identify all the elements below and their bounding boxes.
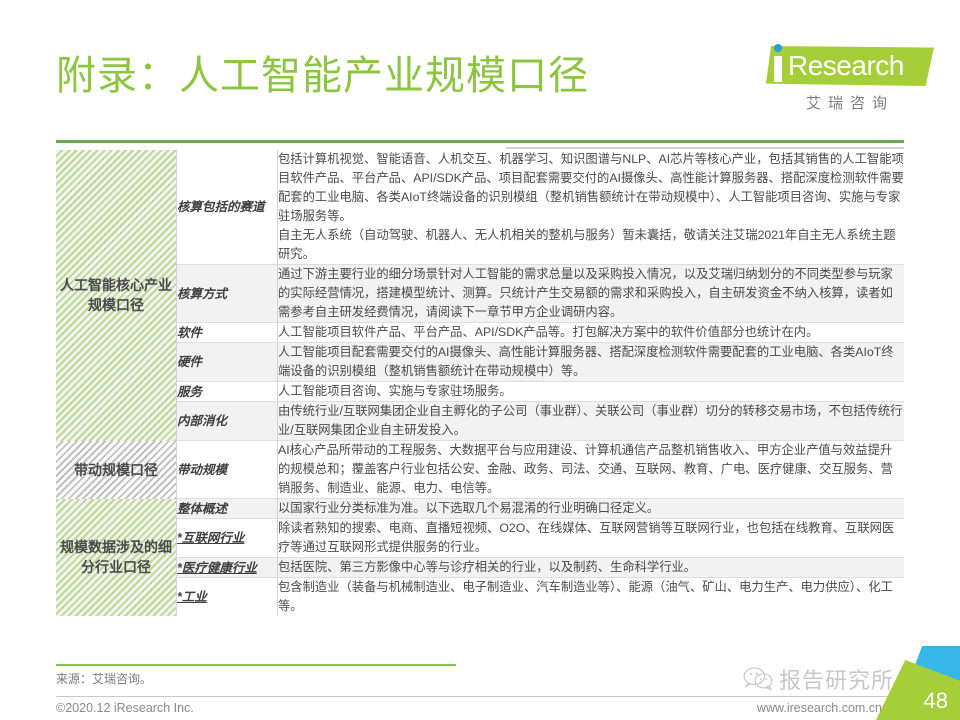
row-description-cell: 包括计算机视觉、智能语音、人机交互、机器学习、知识图谱与NLP、AI芯片等核心产… <box>277 150 904 265</box>
row-label: 软件 <box>177 325 203 340</box>
row-description-cell: 通过下游主要行业的细分场景针对人工智能的需求总量以及采购投入情况，以及艾瑞归纳划… <box>277 264 904 323</box>
row-label-cell: *工业 <box>176 577 278 616</box>
row-label: 带动规模 <box>177 462 228 477</box>
table-row: *互联网行业 除读者熟知的搜索、电商、直播短视频、O2O、在线媒体、互联网营销等互… <box>56 518 904 558</box>
row-label-cell: 软件 <box>176 322 278 343</box>
table-row: 硬件 人工智能项目配套需要交付的AI摄像头、高性能计算服务器、搭配深度检测软件需要… <box>56 342 904 382</box>
row-label-cell: 带动规模 <box>176 440 278 499</box>
website-url: www.iresearch.com.cn <box>756 701 882 715</box>
row-description-cell: 人工智能项目咨询、实施与专家驻场服务。 <box>277 381 904 402</box>
table-row: *医疗健康行业 包括医院、第三方影像中心等与诊疗相关的行业，以及制药、生命科学行业… <box>56 557 904 578</box>
row-description-cell: 人工智能项目软件产品、平台产品、API/SDK产品等。打包解决方案中的软件价值部… <box>277 322 904 343</box>
table-row: 软件 人工智能项目软件产品、平台产品、API/SDK产品等。打包解决方案中的软件价… <box>56 322 904 343</box>
logo-i-dot-icon <box>774 44 782 52</box>
table-row: 内部消化 由传统行业/互联网集团企业自主孵化的子公司（事业群）、关联公司（事业群）… <box>56 401 904 441</box>
description-paragraph: 包括医院、第三方影像中心等与诊疗相关的行业，以及制药、生命科学行业。 <box>278 560 697 574</box>
table-row: *工业 包含制造业（装备与机械制造业、电子制造业、汽车制造业等）、能源（油气、矿山… <box>56 577 904 616</box>
row-label: 服务 <box>177 384 203 399</box>
row-label: 硬件 <box>177 355 203 369</box>
description-paragraph: 由传统行业/互联网集团企业自主孵化的子公司（事业群）、关联公司（事业群）切分的转… <box>278 404 903 437</box>
row-label-cell: *互联网行业 <box>176 518 278 558</box>
description-paragraph: 自主无人系统（自动驾驶、机器人、无人机相关的整机与服务）暂未囊括，敬请关注艾瑞2… <box>278 228 896 261</box>
logo-chinese-name: 艾瑞咨询 <box>805 95 894 112</box>
wechat-icon <box>743 667 773 691</box>
row-label-cell: 内部消化 <box>176 401 278 441</box>
table-row: 带动规模口径 带动规模 AI核心产品所带动的工程服务、大数据平台与应用建设、计算机通… <box>56 440 904 499</box>
row-description-cell: 以国家行业分类标准为准。以下选取几个易混淆的行业明确口径定义。 <box>277 498 904 519</box>
row-label: 内部消化 <box>177 414 228 428</box>
row-label-cell: *医疗健康行业 <box>176 557 278 578</box>
page-number: 48 <box>923 688 948 713</box>
table-row: 人工智能核心产业规模口径 核算包括的赛道 包括计算机视觉、智能语音、人机交互、机器学… <box>56 150 904 441</box>
group-header-cell: 规模数据涉及的细分行业口径 <box>56 498 177 616</box>
row-description-cell: 包含制造业（装备与机械制造业、电子制造业、汽车制造业等）、能源（油气、矿山、电力… <box>277 577 904 616</box>
row-description-cell: AI核心产品所带动的工程服务、大数据平台与应用建设、计算机通信产品整机销售收入、… <box>277 440 904 499</box>
description-paragraph: AI核心产品所带动的工程服务、大数据平台与应用建设、计算机通信产品整机销售收入、… <box>278 443 893 495</box>
watermark: 报告研究所 <box>743 662 894 696</box>
row-description-cell: 包括医院、第三方影像中心等与诊疗相关的行业，以及制药、生命科学行业。 <box>277 557 904 578</box>
description-paragraph: 人工智能项目配套需要交付的AI摄像头、高性能计算服务器、搭配深度检测软件需要配套… <box>278 345 894 378</box>
footer-rule <box>56 696 904 697</box>
row-label: 整体概述 <box>177 501 228 516</box>
row-label: *互联网行业 <box>177 531 245 545</box>
row-label: *工业 <box>177 590 207 604</box>
logo-mark: Research <box>758 44 934 88</box>
scope-definition-table: 人工智能核心产业规模口径 核算包括的赛道 包括计算机视觉、智能语音、人机交互、机器学… <box>56 150 904 616</box>
table-row: 服务 人工智能项目咨询、实施与专家驻场服务。 <box>56 381 904 402</box>
description-paragraph: 除读者熟知的搜索、电商、直播短视频、O2O、在线媒体、互联网营销等互联网行业，也… <box>278 521 895 554</box>
logo-wordmark: Research <box>788 50 904 81</box>
table-top-rule-secondary <box>506 147 904 149</box>
row-label-cell: 整体概述 <box>176 498 278 519</box>
row-description-cell: 除读者熟知的搜索、电商、直播短视频、O2O、在线媒体、互联网营销等互联网行业，也… <box>277 518 904 558</box>
description-paragraph: 通过下游主要行业的细分场景针对人工智能的需求总量以及采购投入情况，以及艾瑞归纳划… <box>278 267 893 319</box>
iresearch-logo: Research 艾瑞咨询 <box>758 44 934 118</box>
table-row: 规模数据涉及的细分行业口径 整体概述 以国家行业分类标准为准。以下选取几个易混淆的行… <box>56 498 904 616</box>
logo-i-stem-icon <box>774 56 782 82</box>
page-title: 附录：人工智能产业规模口径 <box>56 54 589 98</box>
row-description-cell: 人工智能项目配套需要交付的AI摄像头、高性能计算服务器、搭配深度检测软件需要配套… <box>277 342 904 382</box>
description-paragraph: 人工智能项目咨询、实施与专家驻场服务。 <box>278 384 512 398</box>
source-note: 来源：艾瑞咨询。 <box>56 672 153 686</box>
description-paragraph: 以国家行业分类标准为准。以下选取几个易混淆的行业明确口径定义。 <box>278 501 660 515</box>
group-header-cell: 人工智能核心产业规模口径 <box>56 150 177 441</box>
description-paragraph: 人工智能项目软件产品、平台产品、API/SDK产品等。打包解决方案中的软件价值部… <box>278 325 819 339</box>
source-rule <box>56 664 456 666</box>
row-label-cell: 核算方式 <box>176 264 278 323</box>
table-top-rule <box>56 140 904 143</box>
description-paragraph: 包含制造业（装备与机械制造业、电子制造业、汽车制造业等）、能源（油气、矿山、电力… <box>278 580 893 613</box>
row-label: *医疗健康行业 <box>177 560 257 575</box>
table-row: 核算方式 通过下游主要行业的细分场景针对人工智能的需求总量以及采购投入情况，以及艾… <box>56 264 904 323</box>
row-label-cell: 服务 <box>176 381 278 402</box>
row-description-cell: 由传统行业/互联网集团企业自主孵化的子公司（事业群）、关联公司（事业群）切分的转… <box>277 401 904 441</box>
row-label: 核算包括的赛道 <box>177 200 265 214</box>
group-header-cell: 带动规模口径 <box>56 440 177 499</box>
row-label-cell: 核算包括的赛道 <box>176 150 278 265</box>
copyright-text: ©2020.12 iResearch Inc. <box>56 701 194 715</box>
row-label: 核算方式 <box>177 286 228 301</box>
description-paragraph: 包括计算机视觉、智能语音、人机交互、机器学习、知识图谱与NLP、AI芯片等核心产… <box>278 152 904 223</box>
row-label-cell: 硬件 <box>176 342 278 382</box>
